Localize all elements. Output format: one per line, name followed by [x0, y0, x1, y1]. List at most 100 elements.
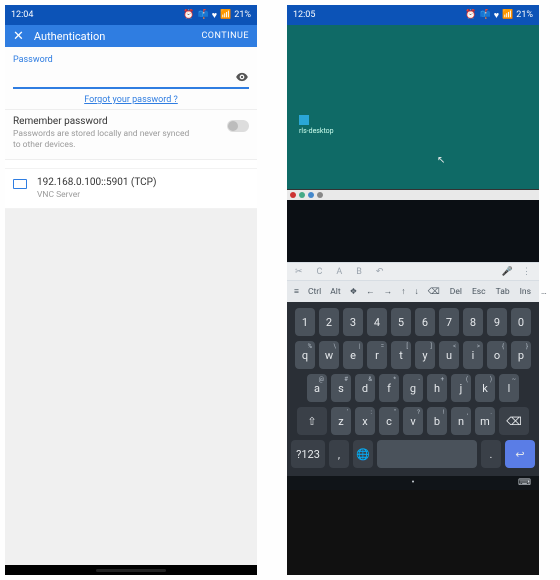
key-s[interactable]: s# — [331, 374, 351, 402]
key-6[interactable]: 6 — [415, 308, 435, 336]
key-a[interactable]: a@ — [307, 374, 327, 402]
space-key[interactable] — [377, 440, 477, 468]
keyboard-icon[interactable]: ⌨ — [518, 478, 531, 488]
lang-key[interactable]: 🌐 — [353, 440, 373, 468]
key-g[interactable]: g- — [403, 374, 423, 402]
key-5[interactable]: 5 — [391, 308, 411, 336]
forgot-password-link[interactable]: Forgot your password ? — [13, 95, 249, 105]
key-h[interactable]: h+ — [427, 374, 447, 402]
desktop-icon-label: rls-desktop — [299, 127, 334, 135]
key-1[interactable]: 1 — [295, 308, 315, 336]
continue-button[interactable]: CONTINUE — [201, 31, 249, 41]
sym-key[interactable]: ?123 — [291, 440, 325, 468]
key-e[interactable]: e| — [343, 341, 363, 369]
alarm-icon: ⏰ — [465, 10, 476, 20]
key-4[interactable]: 4 — [367, 308, 387, 336]
down-key[interactable]: ↓ — [412, 284, 422, 299]
remember-switch[interactable] — [227, 120, 249, 132]
b-icon[interactable]: B — [356, 267, 362, 277]
comma-key[interactable]: , — [329, 440, 349, 468]
kb-row-3: a@s#d&f*g-h+j(k)l~ — [291, 374, 535, 402]
kb-row-2: q%w\e|r=t[y]u<i>o{p} — [291, 341, 535, 369]
shift-key[interactable]: ⇧ — [297, 407, 327, 435]
key-t[interactable]: t[ — [391, 341, 411, 369]
key-2[interactable]: 2 — [319, 308, 339, 336]
alarm-icon: ⏰ — [183, 10, 194, 20]
key-v[interactable]: v? — [403, 407, 423, 435]
more-key[interactable]: … — [538, 285, 550, 299]
key-w[interactable]: w\ — [319, 341, 339, 369]
taskbar-item[interactable] — [317, 192, 323, 198]
key-x[interactable]: x: — [355, 407, 375, 435]
kb-row-4: ⇧z'x:c"v?b!n,m.⌫ — [291, 407, 535, 435]
key-z[interactable]: z' — [331, 407, 351, 435]
left-key[interactable]: ← — [363, 284, 378, 299]
phone-vnc-screen: 12:05 ⏰ 📫 ♥ 📶 21% rls-desktop ↖ ✂ C A — [287, 5, 539, 575]
key-i[interactable]: i> — [463, 341, 483, 369]
nav-pill[interactable] — [96, 569, 166, 572]
menu-icon[interactable]: ≡ — [291, 284, 302, 299]
statusbar: 12:04 ⏰ 📫 ♥ 📶 21% — [5, 5, 257, 25]
key-k[interactable]: k) — [475, 374, 495, 402]
remote-taskbar[interactable] — [287, 190, 539, 200]
statusbar: 12:05 ⏰ 📫 ♥ 📶 21% — [287, 5, 539, 25]
period-key[interactable]: . — [481, 440, 501, 468]
key-o[interactable]: o{ — [487, 341, 507, 369]
battery-text: 21% — [234, 10, 251, 20]
password-input[interactable] — [13, 69, 235, 85]
ins-key[interactable]: Ins — [517, 285, 534, 299]
alt-key[interactable]: Alt — [327, 285, 343, 299]
key-l[interactable]: l~ — [499, 374, 519, 402]
key-f[interactable]: f* — [379, 374, 399, 402]
key-j[interactable]: j( — [451, 374, 471, 402]
backspace-key[interactable]: ⌫ — [425, 285, 443, 299]
super-key[interactable]: ❖ — [347, 285, 361, 299]
key-r[interactable]: r= — [367, 341, 387, 369]
trash-icon — [299, 115, 309, 125]
remember-sub: Passwords are stored locally and never s… — [13, 129, 193, 151]
remote-desktop[interactable]: rls-desktop ↖ — [287, 25, 539, 190]
copy-icon[interactable]: C — [317, 267, 323, 277]
kb-suggestion-bar: ✂ C A B ↶ 🎤 ⋮ — [287, 262, 539, 280]
key-b[interactable]: b! — [427, 407, 447, 435]
password-label: Password — [13, 55, 249, 65]
more-icon[interactable]: ⋮ — [522, 267, 531, 277]
close-button[interactable]: ✕ — [13, 29, 24, 44]
taskbar-item[interactable] — [290, 192, 296, 198]
up-key[interactable]: ↑ — [398, 284, 408, 299]
signal-icon: 📶 — [220, 10, 231, 20]
key-8[interactable]: 8 — [463, 308, 483, 336]
key-n[interactable]: n, — [451, 407, 471, 435]
key-m[interactable]: m. — [475, 407, 495, 435]
cut-icon[interactable]: ✂ — [295, 267, 303, 277]
undo-icon[interactable]: ↶ — [376, 267, 384, 277]
mic-icon[interactable]: 🎤 — [502, 267, 513, 277]
taskbar-item[interactable] — [299, 192, 305, 198]
del-key[interactable]: Del — [447, 285, 465, 299]
key-u[interactable]: u< — [439, 341, 459, 369]
connection-sub: VNC Server — [37, 190, 156, 200]
key-9[interactable]: 9 — [487, 308, 507, 336]
key-3[interactable]: 3 — [343, 308, 363, 336]
clock: 12:05 — [293, 10, 315, 20]
ctrl-key[interactable]: Ctrl — [305, 285, 324, 299]
key-c[interactable]: c" — [379, 407, 399, 435]
key-0[interactable]: 0 — [511, 308, 531, 336]
connection-row[interactable]: 192.168.0.100::5901 (TCP) VNC Server — [5, 168, 257, 209]
toggle-visibility-icon[interactable] — [235, 70, 249, 84]
key-y[interactable]: y] — [415, 341, 435, 369]
desktop-icon[interactable]: rls-desktop — [299, 115, 334, 135]
key-d[interactable]: d& — [355, 374, 375, 402]
key-p[interactable]: p} — [511, 341, 531, 369]
a-icon[interactable]: A — [336, 267, 342, 277]
nav-dot[interactable]: • — [411, 478, 414, 488]
esc-key[interactable]: Esc — [469, 285, 489, 299]
empty-area — [5, 209, 257, 565]
key-7[interactable]: 7 — [439, 308, 459, 336]
right-key[interactable]: → — [381, 284, 396, 299]
tab-key[interactable]: Tab — [493, 285, 513, 299]
backspace-key[interactable]: ⌫ — [499, 407, 529, 435]
enter-key[interactable]: ↩ — [505, 440, 535, 468]
taskbar-item[interactable] — [308, 192, 314, 198]
key-q[interactable]: q% — [295, 341, 315, 369]
